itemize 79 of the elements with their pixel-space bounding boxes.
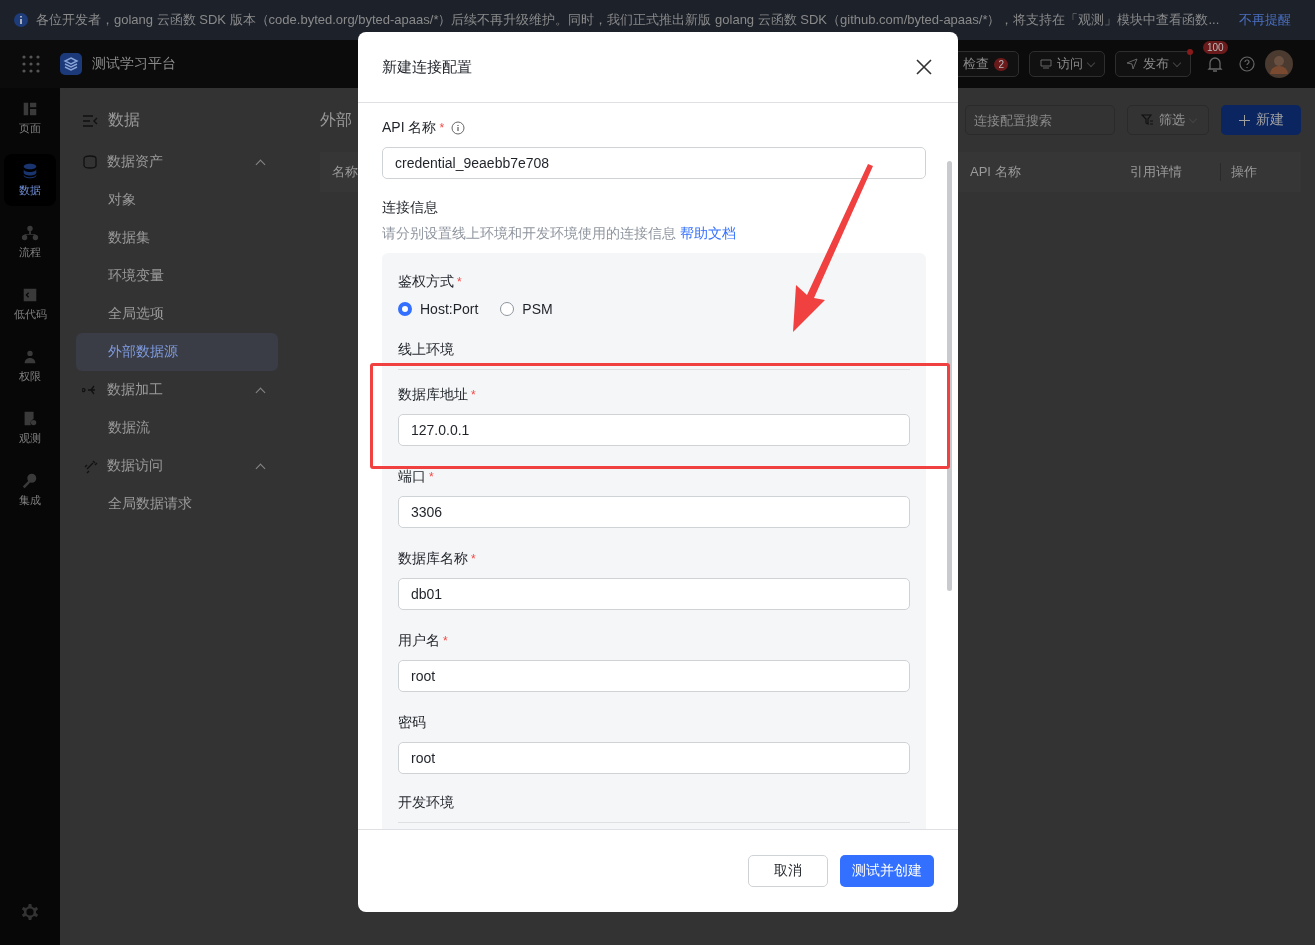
section-title: 连接信息 (382, 199, 439, 217)
visit-button[interactable]: 访问 (1029, 51, 1105, 77)
input-field[interactable]: credential_9eaebb7e708 (382, 147, 926, 179)
page-title: 外部 (320, 109, 352, 130)
section-title: 线上环境 (398, 341, 455, 359)
input-field[interactable]: root (398, 660, 910, 692)
menu-group[interactable]: 数据资产 (76, 143, 278, 181)
radio-option[interactable]: PSM (500, 301, 553, 317)
cancel-button[interactable]: 取消 (748, 855, 828, 887)
search-field[interactable]: 连接配置搜索 (965, 105, 1115, 135)
send-icon (1126, 58, 1138, 70)
nav-item[interactable]: 页面 (4, 92, 56, 144)
input-field[interactable]: db01 (398, 578, 910, 610)
input-field[interactable]: 3306 (398, 496, 910, 528)
nav-item[interactable]: 集成 (4, 464, 56, 516)
flow-icon (21, 224, 39, 242)
nav-item[interactable]: 权限 (4, 340, 56, 392)
help-icon[interactable] (1239, 56, 1255, 72)
section-title: 开发环境 (398, 794, 455, 812)
column-header: 引用详情 (1130, 163, 1221, 181)
filter-icon (1140, 114, 1154, 126)
dismiss-link[interactable]: 不再提醒 (1239, 11, 1291, 29)
menu-item[interactable]: 外部数据源 (76, 333, 278, 371)
nav-item[interactable]: 观测 (4, 402, 56, 454)
menu-item[interactable]: 数据流 (76, 409, 278, 447)
input-field[interactable]: 127.0.0.1 (398, 414, 910, 446)
required-mark: * (429, 470, 434, 484)
radio-option[interactable]: Host:Port (398, 301, 479, 317)
info-icon (14, 13, 28, 27)
app-grid-icon[interactable] (22, 55, 40, 73)
filter-button[interactable]: 筛选 (1127, 105, 1209, 135)
dialog-title: 新建连接配置 (382, 57, 472, 77)
menu-item[interactable]: 环境变量 (76, 257, 278, 295)
column-header: 操作 (1230, 163, 1258, 181)
field-label: 数据库地址 (398, 386, 468, 404)
menu-item[interactable]: 全局数据请求 (76, 485, 278, 523)
field-label: 密码 (398, 714, 426, 732)
notice-text: 各位开发者，golang 云函数 SDK 版本（code.byted.org/byted-apaas/*）后续不再升级维护。同时，我们正式推出新版 golang 云函数 SDK（github.com/byted-apaas/*），将支持在「观测」模块中查看函数... (36, 11, 1221, 29)
field-label: 数据库名称 (398, 550, 468, 568)
close-icon[interactable] (916, 59, 932, 75)
input-field[interactable]: root (398, 742, 910, 774)
required-mark: * (439, 121, 445, 135)
help-link[interactable]: 帮助文档 (680, 225, 736, 243)
menu-group[interactable]: 数据加工 (76, 371, 278, 409)
menu-item[interactable]: 数据集 (76, 219, 278, 257)
publish-button[interactable]: 发布 (1115, 51, 1191, 77)
notification-badge: 100 (1203, 41, 1228, 54)
menu-group[interactable]: 数据访问 (76, 447, 278, 485)
collapse-icon[interactable] (82, 113, 98, 128)
submit-button[interactable]: 测试并创建 (840, 855, 934, 887)
menu-item[interactable]: 全局选项 (76, 295, 278, 333)
avatar[interactable] (1265, 50, 1293, 78)
bell-icon[interactable] (1207, 55, 1223, 73)
count-badge: 2 (994, 57, 1008, 71)
app-logo-icon (60, 53, 82, 75)
info-icon[interactable] (451, 121, 466, 135)
app-name: 测试学习平台 (92, 55, 176, 73)
hint-text: 请分别设置线上环境和开发环境使用的连接信息 (382, 225, 676, 243)
field-label: API 名称 (382, 119, 437, 137)
field-label: 用户名 (398, 632, 440, 650)
nav-item[interactable]: 低代码 (4, 278, 56, 330)
key-icon (21, 472, 39, 490)
sidebar-title: 数据 (108, 110, 140, 130)
required-mark: * (471, 552, 476, 566)
field-label: 端口 (398, 468, 426, 486)
page-icon (21, 100, 39, 118)
nav-item[interactable]: 流程 (4, 216, 56, 268)
field-label: 鉴权方式 (398, 273, 454, 291)
new-button[interactable]: 新建 (1221, 105, 1301, 135)
settings-icon[interactable] (21, 903, 39, 921)
code-icon (21, 286, 39, 304)
required-mark: * (471, 388, 476, 402)
menu-item[interactable]: 对象 (76, 181, 278, 219)
nav-item[interactable]: 数据 (4, 154, 56, 206)
required-mark: * (443, 634, 448, 648)
column-header: API 名称 (970, 163, 1022, 181)
scrollbar[interactable] (947, 161, 952, 591)
required-mark: * (457, 275, 462, 289)
column-header: 名称 (332, 164, 358, 179)
